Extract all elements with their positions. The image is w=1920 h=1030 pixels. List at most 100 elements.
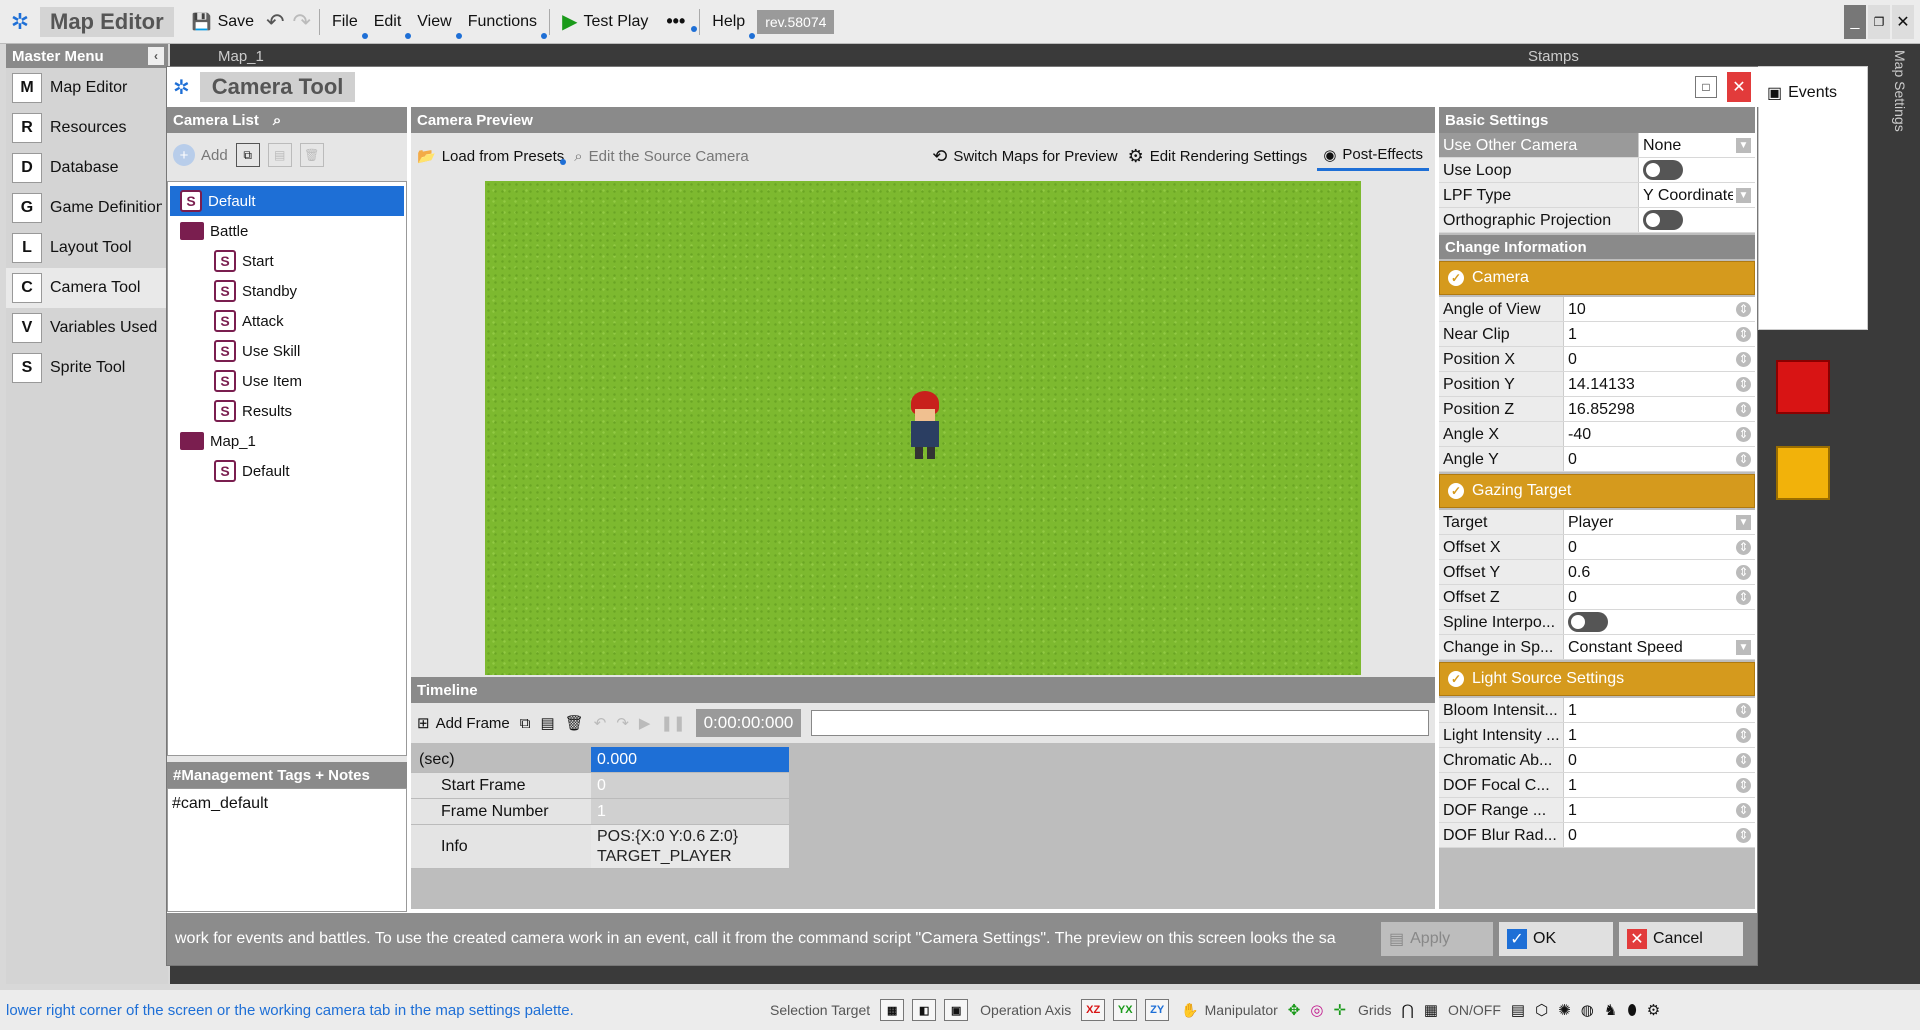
axis-yx-button[interactable]: YX bbox=[1113, 999, 1138, 1021]
master-item-resources[interactable]: R Resources bbox=[6, 108, 168, 148]
edit-rendering-button[interactable]: ⚙ Edit Rendering Settings bbox=[1128, 146, 1308, 167]
app-gear-icon[interactable]: ✲ bbox=[0, 9, 40, 35]
delete-icon[interactable]: 🗑 bbox=[299, 143, 324, 167]
yellow-cube-icon[interactable] bbox=[1776, 446, 1830, 500]
menu-view[interactable]: View bbox=[409, 5, 463, 39]
grid-icon[interactable]: ▦ bbox=[1424, 1001, 1438, 1019]
tree-folder-map[interactable]: Map_1 bbox=[170, 426, 404, 456]
save-button[interactable]: 💾 Save bbox=[184, 5, 262, 39]
map-tab[interactable]: Map_1 bbox=[212, 48, 422, 68]
dialog-maximize-icon[interactable]: □ bbox=[1695, 76, 1717, 98]
add-frame-button[interactable]: ⊞ Add Frame bbox=[417, 714, 510, 733]
dialog-close-icon[interactable]: ✕ bbox=[1727, 72, 1751, 102]
use-loop-toggle[interactable] bbox=[1643, 160, 1683, 180]
target-select[interactable]: Player ▼ bbox=[1564, 510, 1755, 534]
lpf-type-select[interactable]: Y Coordinate ▼ bbox=[1639, 183, 1755, 207]
bloom-input[interactable]: 1 ⇕ bbox=[1564, 698, 1755, 722]
test-play-button[interactable]: ▶ Test Play bbox=[554, 5, 656, 39]
redo-icon[interactable]: ↷ bbox=[289, 9, 315, 35]
scale-gizmo-icon[interactable]: ✛ bbox=[1333, 1001, 1346, 1019]
select-all-icon[interactable]: ▦ bbox=[880, 999, 905, 1021]
collision-icon[interactable]: ⬮ bbox=[1627, 1002, 1636, 1019]
master-item-map-editor[interactable]: M Map Editor bbox=[6, 68, 168, 108]
start-frame-value[interactable]: 0 bbox=[591, 773, 789, 799]
rotate-gizmo-icon[interactable]: ◎ bbox=[1310, 1001, 1323, 1019]
sec-input[interactable]: 0.000 bbox=[591, 747, 789, 773]
dof-range-input[interactable]: 1 ⇕ bbox=[1564, 798, 1755, 822]
tags-textarea[interactable]: #cam_default bbox=[167, 788, 407, 912]
axis-zy-button[interactable]: ZY bbox=[1145, 999, 1170, 1021]
master-item-database[interactable]: D Database bbox=[6, 148, 168, 188]
delete-icon[interactable]: 🗑 bbox=[565, 714, 584, 732]
master-item-camera-tool[interactable]: C Camera Tool bbox=[6, 268, 168, 308]
tree-item-attack[interactable]: S Attack bbox=[170, 306, 404, 336]
paste-icon[interactable]: ▤ bbox=[541, 714, 555, 732]
layer-icon[interactable]: ▤ bbox=[1511, 1001, 1525, 1019]
search-icon[interactable]: ⌕ bbox=[273, 112, 281, 129]
apply-button[interactable]: ▤ Apply bbox=[1381, 922, 1493, 956]
position-y-input[interactable]: 14.14133 ⇕ bbox=[1564, 372, 1755, 396]
master-item-sprite-tool[interactable]: S Sprite Tool bbox=[6, 348, 168, 388]
settings-icon[interactable]: ⚙ bbox=[1647, 1001, 1660, 1019]
switch-maps-button[interactable]: ⟲ Switch Maps for Preview bbox=[932, 146, 1117, 167]
add-camera-button[interactable]: + Add bbox=[173, 144, 228, 166]
menu-file[interactable]: File bbox=[324, 5, 368, 39]
select-map-icon[interactable]: ▣ bbox=[944, 999, 969, 1021]
change-speed-select[interactable]: Constant Speed ▼ bbox=[1564, 635, 1755, 659]
position-z-input[interactable]: 16.85298 ⇕ bbox=[1564, 397, 1755, 421]
tree-item-standby[interactable]: S Standby bbox=[170, 276, 404, 306]
events-button[interactable]: ▣ Events bbox=[1759, 67, 1867, 119]
angle-x-input[interactable]: -40 ⇕ bbox=[1564, 422, 1755, 446]
tree-item-default[interactable]: S Default bbox=[170, 186, 404, 216]
position-x-input[interactable]: 0 ⇕ bbox=[1564, 347, 1755, 371]
post-effects-button[interactable]: ◉ Post-Effects bbox=[1317, 142, 1429, 171]
edit-source-camera-button[interactable]: ⌕ Edit the Source Camera bbox=[574, 148, 748, 165]
orthographic-toggle[interactable] bbox=[1643, 210, 1683, 230]
select-object-icon[interactable]: ◧ bbox=[912, 999, 937, 1021]
gazing-target-section[interactable]: ✓ Gazing Target bbox=[1439, 474, 1755, 508]
ok-button[interactable]: ✓ OK bbox=[1499, 922, 1613, 956]
dof-focal-input[interactable]: 1 ⇕ bbox=[1564, 773, 1755, 797]
minimize-icon[interactable]: _ bbox=[1844, 4, 1866, 39]
cube-icon[interactable]: ⬡ bbox=[1535, 1001, 1548, 1019]
master-item-layout-tool[interactable]: L Layout Tool bbox=[6, 228, 168, 268]
menu-edit[interactable]: Edit bbox=[366, 5, 411, 39]
collapse-icon[interactable]: ‹ bbox=[148, 47, 164, 65]
preview-viewport[interactable] bbox=[485, 181, 1361, 675]
menu-help[interactable]: Help bbox=[704, 5, 756, 39]
light-intensity-input[interactable]: 1 ⇕ bbox=[1564, 723, 1755, 747]
use-other-camera-select[interactable]: None ▼ bbox=[1639, 133, 1755, 157]
near-clip-input[interactable]: 1 ⇕ bbox=[1564, 322, 1755, 346]
tree-item-start[interactable]: S Start bbox=[170, 246, 404, 276]
offset-y-input[interactable]: 0.6 ⇕ bbox=[1564, 560, 1755, 584]
light-icon[interactable]: ✺ bbox=[1558, 1001, 1571, 1019]
menu-functions[interactable]: Functions bbox=[460, 5, 548, 39]
axis-xz-button[interactable]: XZ bbox=[1081, 999, 1106, 1021]
chromatic-input[interactable]: 0 ⇕ bbox=[1564, 748, 1755, 772]
spline-toggle[interactable] bbox=[1568, 612, 1608, 632]
redo-icon[interactable]: ↷ bbox=[616, 714, 629, 732]
play-icon[interactable]: ▶ bbox=[639, 714, 651, 732]
paste-icon[interactable]: ▤ bbox=[267, 143, 292, 167]
tree-item-results[interactable]: S Results bbox=[170, 396, 404, 426]
angle-of-view-input[interactable]: 10 ⇕ bbox=[1564, 297, 1755, 321]
tree-item-map-default[interactable]: S Default bbox=[170, 456, 404, 486]
timeline-scrubber[interactable] bbox=[811, 710, 1429, 736]
effect-icon[interactable]: ◍ bbox=[1581, 1001, 1594, 1019]
master-item-game-definition[interactable]: G Game Definition bbox=[6, 188, 168, 228]
offset-z-input[interactable]: 0 ⇕ bbox=[1564, 585, 1755, 609]
maximize-icon[interactable]: ❐ bbox=[1868, 4, 1890, 39]
grid-magnet-icon[interactable]: ⋂ bbox=[1402, 1001, 1414, 1019]
angle-y-input[interactable]: 0 ⇕ bbox=[1564, 447, 1755, 471]
undo-icon[interactable]: ↶ bbox=[262, 9, 288, 35]
more-icon[interactable]: ••• bbox=[656, 11, 698, 32]
tree-folder-battle[interactable]: Battle bbox=[170, 216, 404, 246]
light-source-section[interactable]: ✓ Light Source Settings bbox=[1439, 662, 1755, 696]
tree-item-use-skill[interactable]: S Use Skill bbox=[170, 336, 404, 366]
close-icon[interactable]: ✕ bbox=[1892, 4, 1914, 39]
undo-icon[interactable]: ↶ bbox=[594, 714, 607, 732]
dof-blur-input[interactable]: 0 ⇕ bbox=[1564, 823, 1755, 847]
tree-item-use-item[interactable]: S Use Item bbox=[170, 366, 404, 396]
frame-number-value[interactable]: 1 bbox=[591, 799, 789, 825]
cancel-button[interactable]: ✕ Cancel bbox=[1619, 922, 1743, 956]
